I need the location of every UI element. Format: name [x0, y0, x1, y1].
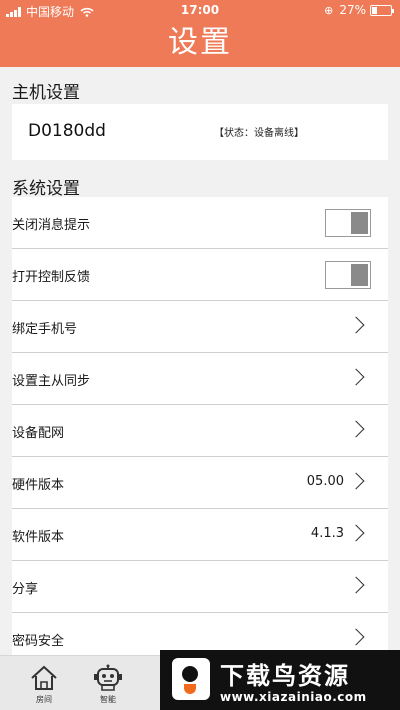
row-master-slave-sync[interactable]: 设置主从同步 — [12, 353, 388, 405]
row-label: 软件版本 — [12, 530, 65, 545]
orientation-lock-icon: ⊕ — [324, 3, 334, 17]
chevron-right-icon — [347, 316, 365, 334]
tab-smart-label: 智能 — [100, 695, 116, 704]
status-bar: 中国移动 17:00 ⊕ 27% — [0, 0, 400, 22]
message-notify-toggle[interactable] — [325, 209, 371, 237]
chevron-right-icon — [347, 420, 365, 438]
robot-icon — [94, 664, 122, 691]
row-label: 绑定手机号 — [12, 322, 78, 337]
row-label: 设备配网 — [12, 426, 65, 441]
system-settings-title: 系统设置 — [12, 179, 80, 199]
row-control-feedback: 打开控制反馈 — [12, 249, 388, 301]
host-device-card[interactable]: D0180dd 【状态：设备离线】 — [12, 104, 388, 160]
control-feedback-toggle[interactable] — [325, 261, 371, 289]
watermark-title: 下载鸟资源 — [220, 662, 350, 690]
row-label: 硬件版本 — [12, 478, 65, 493]
tab-rooms-label: 房间 — [36, 695, 52, 704]
row-label: 密码安全 — [12, 634, 65, 649]
row-software-version[interactable]: 软件版本 4.1.3 — [12, 509, 388, 561]
chevron-right-icon — [347, 576, 365, 594]
home-icon — [31, 665, 57, 690]
row-device-network[interactable]: 设备配网 — [12, 405, 388, 457]
chevron-right-icon — [347, 628, 365, 646]
battery-icon — [370, 4, 394, 16]
device-id: D0180dd — [28, 121, 106, 141]
row-label: 分享 — [12, 582, 39, 597]
host-settings-title: 主机设置 — [12, 83, 80, 103]
chevron-right-icon — [347, 524, 365, 542]
header-bar: 中国移动 17:00 ⊕ 27% 设置 — [0, 0, 400, 67]
watermark-banner: 下载鸟资源 www.xiazainiao.com — [160, 650, 400, 710]
row-message-notify: 关闭消息提示 — [12, 197, 388, 249]
row-bind-phone[interactable]: 绑定手机号 — [12, 301, 388, 353]
row-label: 打开控制反馈 — [12, 270, 91, 285]
toggle-knob — [351, 264, 368, 286]
hardware-version-value: 05.00 — [306, 474, 344, 489]
toggle-knob — [351, 212, 368, 234]
watermark-url: www.xiazainiao.com — [220, 690, 367, 704]
row-label: 设置主从同步 — [12, 374, 91, 389]
device-status: 【状态：设备离线】 — [214, 128, 304, 139]
chevron-right-icon — [347, 368, 365, 386]
software-version-value: 4.1.3 — [310, 526, 344, 541]
row-label: 关闭消息提示 — [12, 218, 91, 233]
row-share[interactable]: 分享 — [12, 561, 388, 613]
tab-smart[interactable]: 智能 — [78, 664, 138, 705]
system-settings-list: 关闭消息提示 打开控制反馈 绑定手机号 设置主从同步 设备配网 硬件版本 05.… — [0, 197, 400, 665]
battery-percent: 27% — [339, 3, 366, 17]
row-hardware-version[interactable]: 硬件版本 05.00 — [12, 457, 388, 509]
chevron-right-icon — [347, 472, 365, 490]
page-title: 设置 — [168, 25, 232, 60]
bird-logo-icon — [172, 658, 210, 700]
tab-rooms[interactable]: 房间 — [14, 664, 74, 705]
